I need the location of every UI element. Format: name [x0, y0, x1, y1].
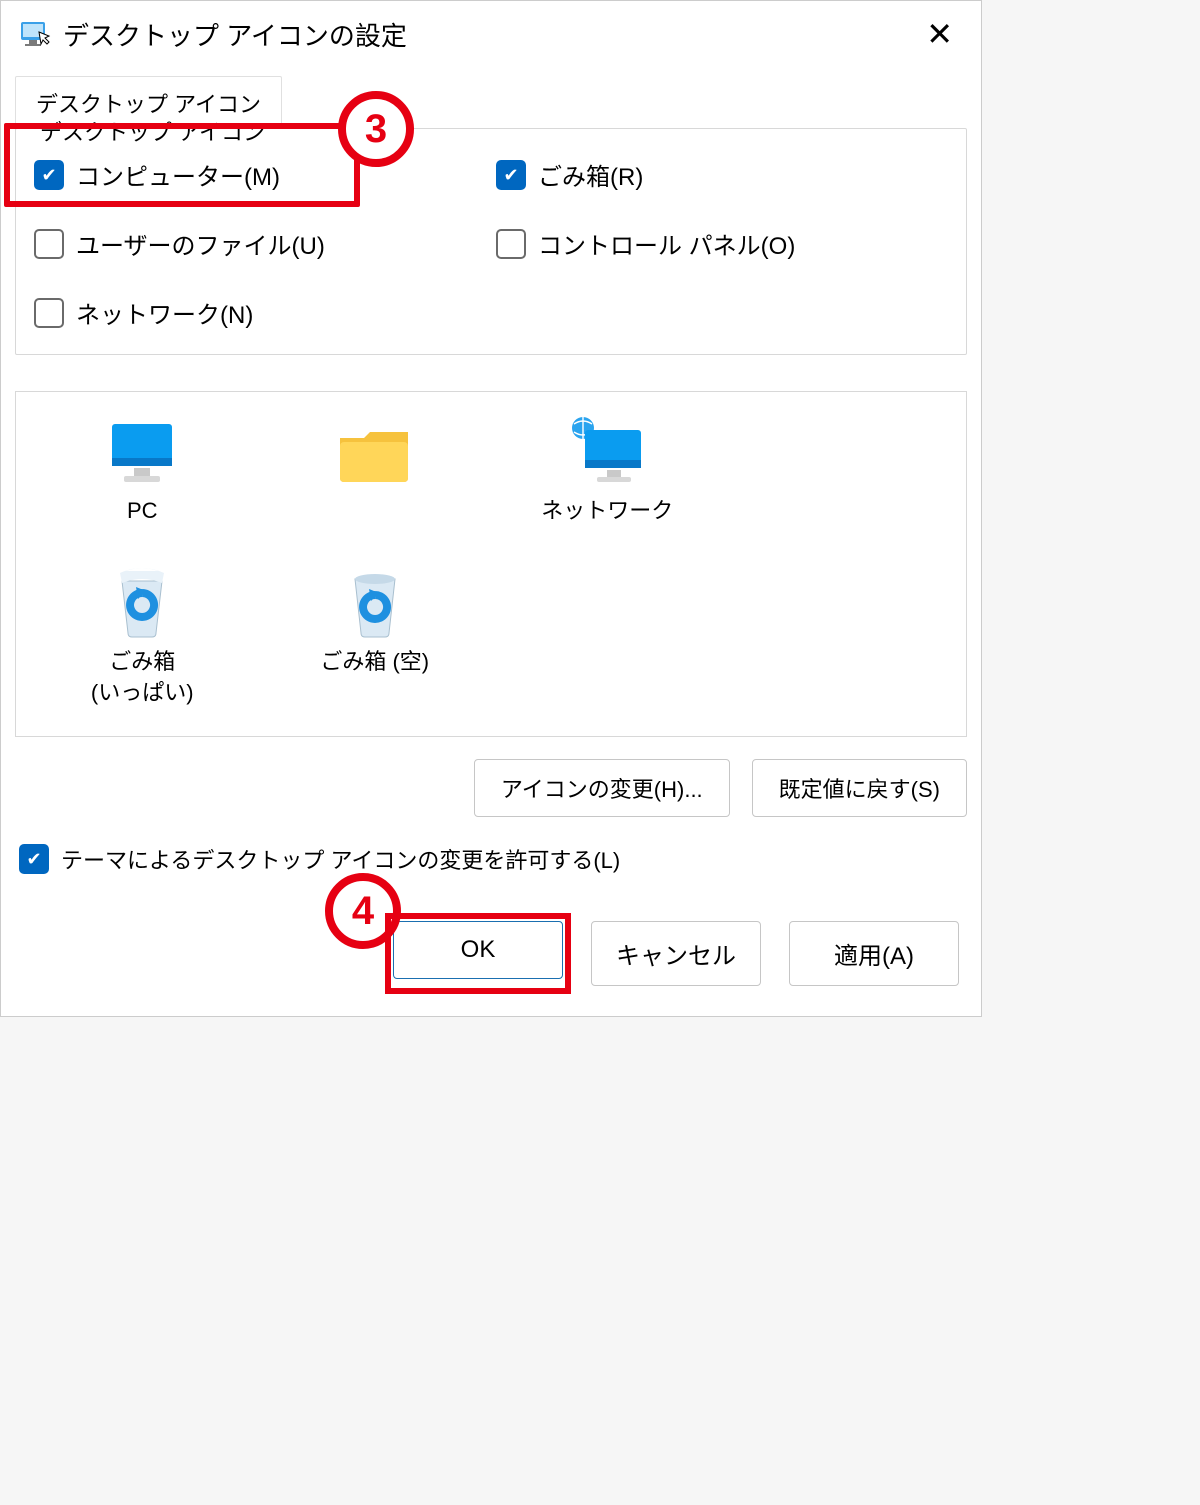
preview-item-user-folder[interactable] [275, 410, 475, 527]
check-icon: ✔ [41, 166, 56, 184]
checkbox-label: コントロール パネル(O) [538, 226, 795, 261]
checkbox-label: ごみ箱(R) [538, 157, 643, 192]
checkbox-label: テーマによるデスクトップ アイコンの変更を許可する(L) [61, 843, 620, 875]
folder-icon [275, 410, 475, 488]
group-title: デスクトップ アイコン [34, 115, 271, 147]
preview-label: ごみ箱(いっぱい) [42, 647, 242, 709]
cancel-button[interactable]: キャンセル [591, 921, 761, 986]
checkbox-user-files[interactable]: ユーザーのファイル(U) [34, 226, 486, 261]
monitor-icon [42, 410, 242, 488]
checkbox-control-panel[interactable]: コントロール パネル(O) [496, 226, 948, 261]
close-icon[interactable]: ✕ [916, 11, 963, 57]
checkbox-box: ✔ [496, 160, 526, 190]
dialog-window: デスクトップ アイコンの設定 ✕ デスクトップ アイコン デスクトップ アイコン… [0, 0, 982, 1017]
checkbox-box: ✔ [34, 160, 64, 190]
icon-preview-list[interactable]: PC ネットワーク [15, 391, 967, 737]
checkbox-label: ネットワーク(N) [76, 295, 253, 330]
preview-label: ごみ箱 (空) [275, 647, 475, 678]
title-bar: デスクトップ アイコンの設定 ✕ [1, 1, 981, 67]
preview-item-empty-slot [740, 410, 940, 527]
checkbox-box [496, 229, 526, 259]
check-icon: ✔ [26, 850, 41, 868]
checkbox-box [34, 229, 64, 259]
recycle-bin-empty-icon [275, 561, 475, 639]
change-icon-button[interactable]: アイコンの変更(H)... [474, 759, 730, 817]
checkbox-computer[interactable]: 3 ✔ コンピューター(M) [34, 157, 486, 192]
checkbox-box: ✔ [19, 844, 49, 874]
ok-button[interactable]: OK [393, 921, 563, 979]
apply-button[interactable]: 適用(A) [789, 921, 959, 986]
recycle-bin-full-icon [42, 561, 242, 639]
preview-item-pc[interactable]: PC [42, 410, 242, 527]
checkbox-recycle-bin[interactable]: ✔ ごみ箱(R) [496, 157, 948, 192]
desktop-icons-group: デスクトップ アイコン 3 ✔ コンピューター(M) ✔ ごみ箱(R) ユーザー… [15, 128, 967, 355]
client-area: デスクトップ アイコン 3 ✔ コンピューター(M) ✔ ごみ箱(R) ユーザー… [1, 128, 981, 893]
check-icon: ✔ [503, 166, 518, 184]
preview-label: ネットワーク [507, 496, 707, 527]
checkbox-allow-theme-change[interactable]: ✔ テーマによるデスクトップ アイコンの変更を許可する(L) [19, 843, 967, 875]
preview-item-network[interactable]: ネットワーク [507, 410, 707, 527]
network-icon [507, 410, 707, 488]
preview-label: PC [42, 496, 242, 527]
restore-defaults-button[interactable]: 既定値に戻す(S) [752, 759, 967, 817]
preview-label [275, 496, 475, 527]
checkbox-box [34, 298, 64, 328]
preview-item-recycle-empty[interactable]: ごみ箱 (空) [275, 561, 475, 709]
preview-item-recycle-full[interactable]: ごみ箱(いっぱい) [42, 561, 242, 709]
desktop-settings-icon [19, 18, 51, 50]
checkbox-network[interactable]: ネットワーク(N) [34, 295, 486, 330]
checkbox-label: コンピューター(M) [76, 157, 280, 192]
checkbox-label: ユーザーのファイル(U) [76, 226, 325, 261]
dialog-button-row: 4 OK キャンセル 適用(A) [1, 893, 981, 1016]
dialog-title: デスクトップ アイコンの設定 [63, 16, 407, 53]
